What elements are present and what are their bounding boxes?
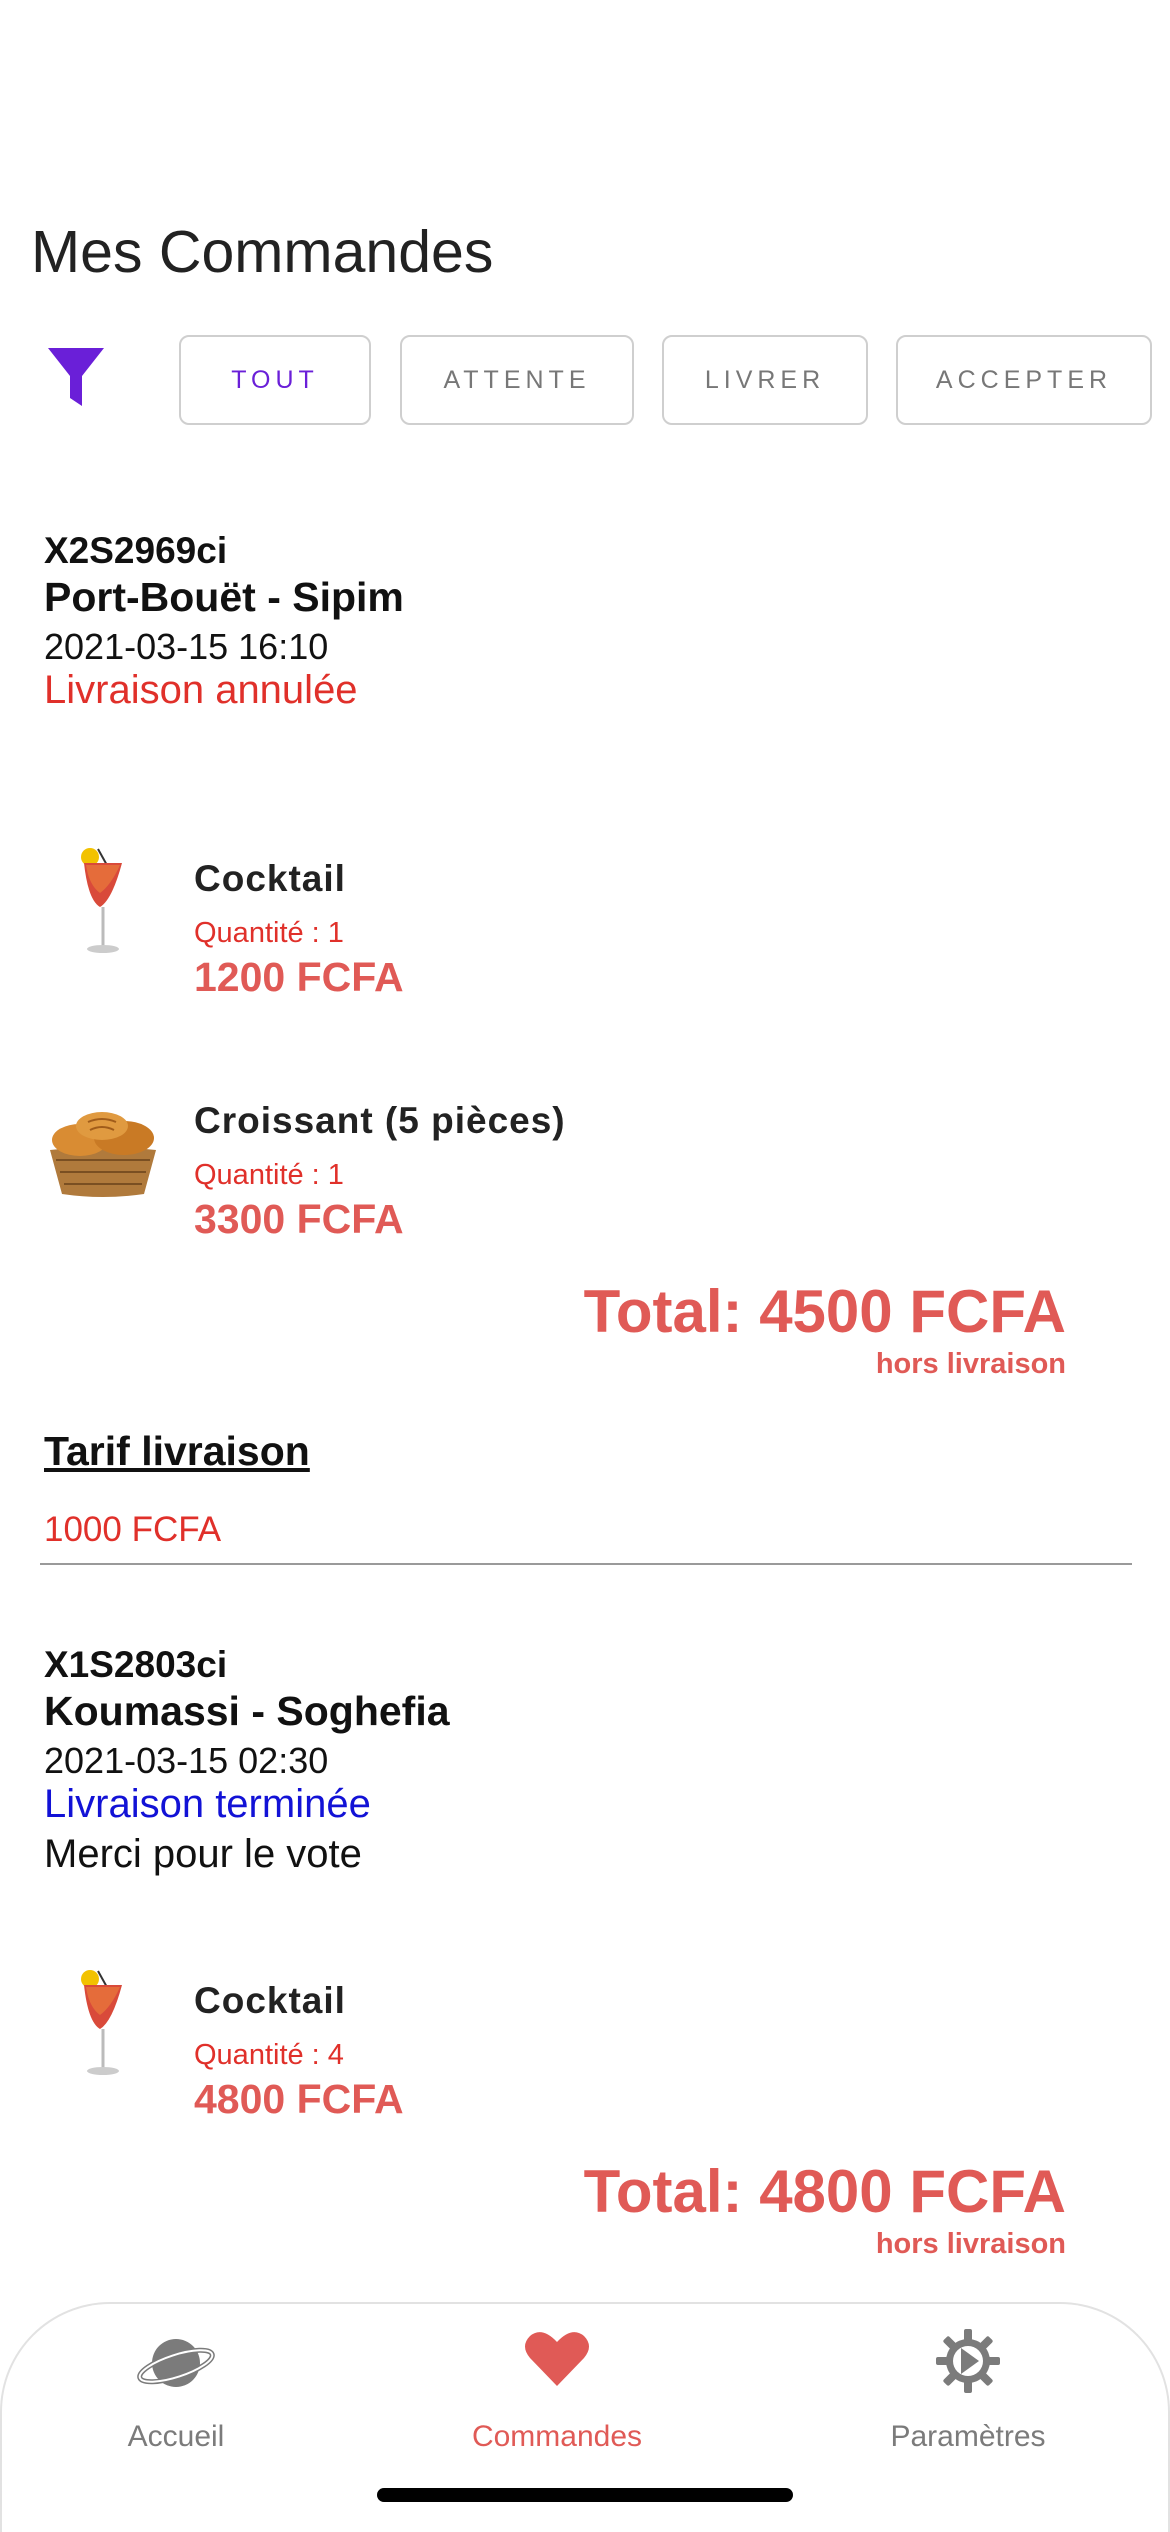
order-status: Livraison annulée — [44, 668, 358, 712]
order-note: Merci pour le vote — [44, 1832, 362, 1876]
divider — [40, 1563, 1132, 1565]
page-title: Mes Commandes — [31, 219, 494, 285]
order-total-note: hors livraison — [875, 1348, 1066, 1380]
filter-chip-tout[interactable]: TOUT — [179, 335, 371, 425]
item-price: 1200 FCFA — [194, 954, 404, 1000]
item-name: Cocktail — [194, 1980, 346, 2021]
order-place: Port-Bouët - Sipim — [44, 574, 404, 620]
tab-commandes[interactable]: Commandes — [407, 2304, 707, 2504]
item-price: 4800 FCFA — [194, 2076, 404, 2122]
order-date: 2021-03-15 02:30 — [44, 1740, 329, 1781]
order-ref: X2S2969ci — [44, 530, 228, 571]
order-total: Total: 4800 FCFA — [583, 2158, 1066, 2225]
order-place: Koumassi - Soghefia — [44, 1688, 450, 1734]
item-quantity: Quantité : 1 — [194, 1159, 344, 1191]
filter-chip-attente[interactable]: ATTENTE — [400, 335, 634, 425]
filter-icon[interactable] — [46, 346, 106, 410]
tab-label: Commandes — [471, 2420, 643, 2453]
order-total: Total: 4500 FCFA — [583, 1278, 1066, 1345]
order-status: Livraison terminée — [44, 1782, 371, 1826]
croissant-icon — [50, 1112, 156, 1197]
heart-icon — [525, 2332, 589, 2386]
item-quantity: Quantité : 1 — [194, 917, 344, 949]
planet-icon — [137, 2339, 215, 2387]
delivery-fee-value: 1000 FCFA — [44, 1510, 222, 1549]
cocktail-icon — [81, 848, 122, 953]
item-name: Croissant (5 pièces) — [194, 1100, 566, 1141]
tab-accueil[interactable]: Accueil — [26, 2304, 326, 2504]
tab-label: Paramètres — [890, 2420, 1046, 2453]
tab-parametres[interactable]: Paramètres — [818, 2304, 1118, 2504]
gear-icon — [936, 2329, 1000, 2393]
filter-chip-accepter[interactable]: ACCEPTER — [896, 335, 1152, 425]
item-name: Cocktail — [194, 858, 346, 899]
tab-label: Accueil — [127, 2420, 225, 2453]
order-total-note: hors livraison — [875, 2228, 1066, 2260]
filter-chip-livrer[interactable]: LIVRER — [662, 335, 868, 425]
order-ref: X1S2803ci — [44, 1644, 228, 1685]
item-price: 3300 FCFA — [194, 1196, 404, 1242]
home-indicator — [377, 2488, 793, 2502]
item-quantity: Quantité : 4 — [194, 2039, 344, 2071]
delivery-fee-title: Tarif livraison — [44, 1428, 310, 1474]
cocktail-icon — [81, 1970, 122, 2075]
order-date: 2021-03-15 16:10 — [44, 626, 329, 667]
